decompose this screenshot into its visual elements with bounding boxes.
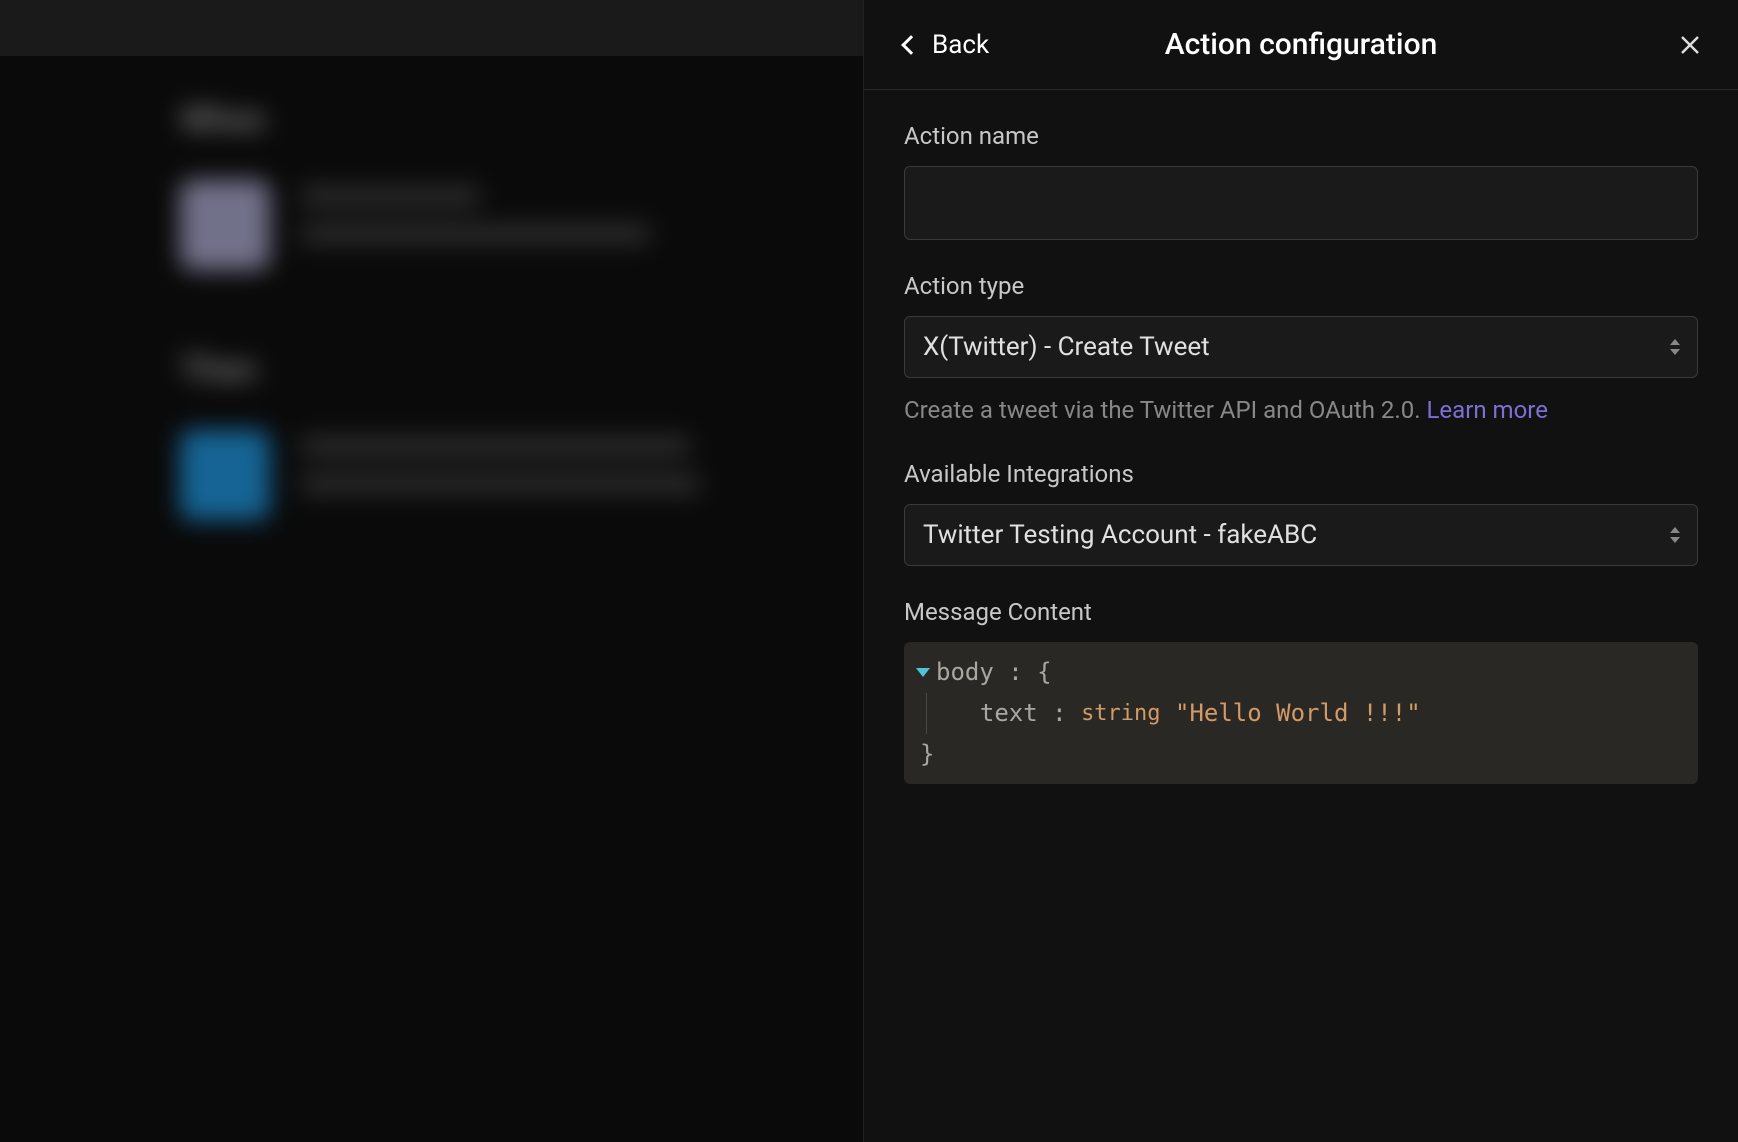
- action-type-selected: X(Twitter) - Create Tweet: [923, 332, 1210, 362]
- integrations-label: Available Integrations: [904, 460, 1698, 488]
- code-line-text: text : string "Hello World !!!": [926, 693, 1686, 734]
- bg-line: [300, 436, 690, 456]
- action-type-select-wrapper: X(Twitter) - Create Tweet: [904, 316, 1698, 378]
- action-type-field: Action type X(Twitter) - Create Tweet Cr…: [904, 272, 1698, 428]
- panel-body: Action name Action type X(Twitter) - Cre…: [864, 90, 1738, 816]
- code-indent: [951, 693, 980, 734]
- integrations-selected: Twitter Testing Account - fakeABC: [923, 520, 1317, 550]
- code-space: [1161, 693, 1175, 734]
- integrations-select[interactable]: Twitter Testing Account - fakeABC: [904, 504, 1698, 566]
- message-content-field: Message Content body : { text : string "…: [904, 598, 1698, 784]
- code-line-body: body : {: [916, 652, 1686, 693]
- bg-text-lines: [300, 430, 700, 494]
- bg-icon-2: [180, 430, 270, 520]
- back-button[interactable]: Back: [896, 22, 997, 68]
- action-name-input[interactable]: [904, 166, 1698, 240]
- panel-header: Back Action configuration: [864, 0, 1738, 90]
- action-type-hint-text: Create a tweet via the Twitter API and O…: [904, 396, 1427, 424]
- bg-icon-1: [180, 180, 270, 270]
- bg-line: [300, 186, 480, 206]
- background-blurred-content: When Then: [180, 100, 700, 600]
- integrations-field: Available Integrations Twitter Testing A…: [904, 460, 1698, 566]
- close-button[interactable]: [1674, 29, 1706, 61]
- bg-section-then: Then: [180, 350, 700, 390]
- action-type-hint: Create a tweet via the Twitter API and O…: [904, 392, 1698, 428]
- bg-section-when: When: [180, 100, 700, 140]
- action-type-select[interactable]: X(Twitter) - Create Tweet: [904, 316, 1698, 378]
- message-content-label: Message Content: [904, 598, 1698, 626]
- code-line-close: }: [916, 734, 1686, 775]
- code-text-type: string: [1081, 695, 1160, 732]
- code-punct: :: [1038, 693, 1081, 734]
- action-config-panel: Back Action configuration Action name Ac…: [863, 0, 1738, 1142]
- code-text-value: "Hello World !!!": [1175, 693, 1421, 734]
- bg-card-then: [180, 430, 700, 520]
- integrations-select-wrapper: Twitter Testing Account - fakeABC: [904, 504, 1698, 566]
- back-label: Back: [932, 30, 989, 60]
- bg-line: [300, 224, 650, 244]
- panel-title: Action configuration: [1165, 27, 1438, 62]
- bg-text-lines: [300, 180, 650, 244]
- message-content-code[interactable]: body : { text : string "Hello World !!!"…: [904, 642, 1698, 784]
- code-body-key: body: [936, 652, 994, 693]
- action-type-label: Action type: [904, 272, 1698, 300]
- action-name-label: Action name: [904, 122, 1698, 150]
- action-name-field: Action name: [904, 122, 1698, 240]
- tree-toggle-icon[interactable]: [916, 668, 930, 677]
- code-text-key: text: [980, 693, 1038, 734]
- learn-more-link[interactable]: Learn more: [1427, 396, 1548, 424]
- code-punct: : {: [994, 652, 1052, 693]
- close-icon: [1678, 33, 1702, 57]
- bg-card-when: [180, 180, 700, 270]
- code-close-brace: }: [920, 734, 934, 775]
- chevron-left-icon: [901, 35, 921, 55]
- bg-line: [300, 474, 700, 494]
